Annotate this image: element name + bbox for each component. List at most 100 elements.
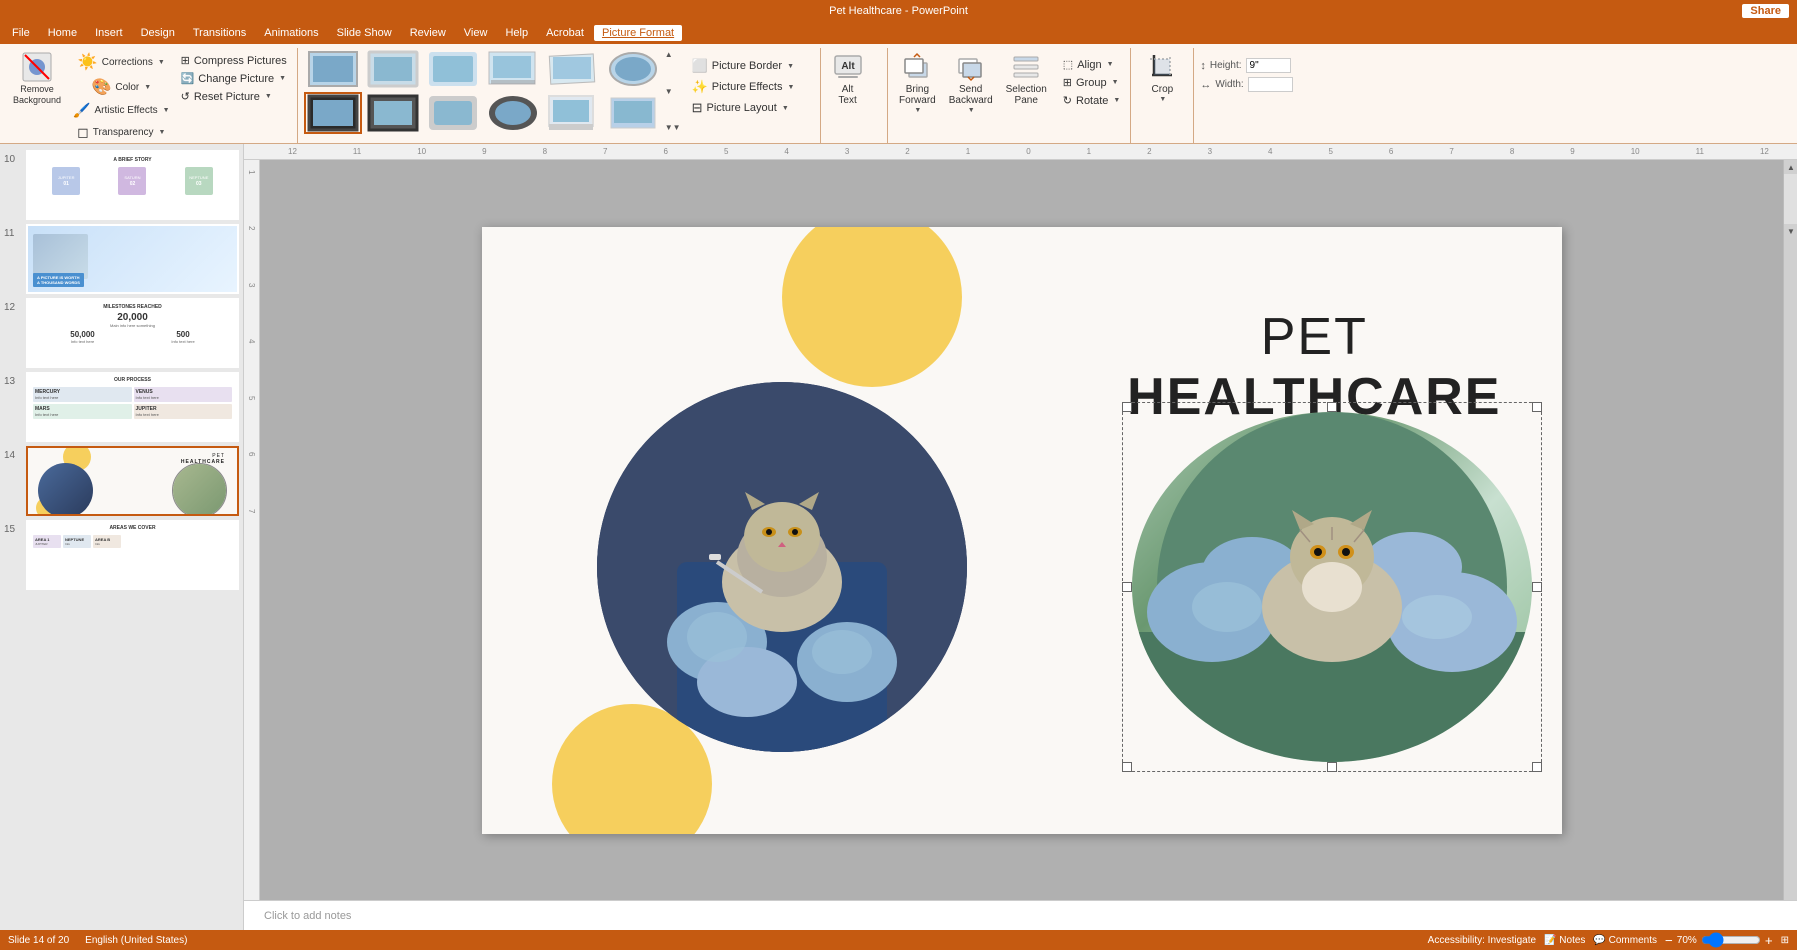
comments-button[interactable]: 💬 Comments (1593, 935, 1657, 946)
bring-forward-button[interactable]: BringForward ▼ (894, 48, 941, 117)
styles-scroll-up[interactable]: ▲ (665, 50, 681, 59)
alt-text-button[interactable]: Alt AltText (827, 48, 869, 109)
handle-top-right[interactable] (1532, 402, 1542, 412)
slide-canvas[interactable]: PET HEALTHCARE (260, 160, 1783, 900)
menu-design[interactable]: Design (133, 25, 183, 41)
picture-style-2[interactable] (364, 48, 422, 90)
handle-middle-left[interactable] (1122, 582, 1132, 592)
handle-bottom-right[interactable] (1532, 762, 1542, 772)
change-picture-button[interactable]: 🔄 Change Picture ▼ (177, 70, 291, 87)
accessibility-group: Alt AltText Accessibility (821, 48, 888, 158)
group-button[interactable]: ⊞ Group ▼ (1059, 74, 1125, 91)
compress-pictures-button[interactable]: ⊞ Compress Pictures (177, 52, 291, 69)
adjust-group: RemoveBackground ☀️ Corrections ▼ 🎨 Colo… (2, 48, 298, 158)
rotate-button[interactable]: ↻ Rotate ▼ (1059, 92, 1125, 109)
slide-img-12[interactable]: MILESTONES REACHED 20,000 Main info here… (26, 298, 239, 368)
slide-thumb-11[interactable]: 11 A PICTURE IS WORTH A THOUSAND WORDS (4, 224, 239, 294)
width-input[interactable] (1248, 77, 1293, 92)
picture-style-8[interactable] (364, 92, 422, 134)
picture-layout-button[interactable]: ⊟ Picture Layout ▼ (688, 98, 814, 118)
zoom-slider[interactable] (1701, 932, 1761, 948)
selected-image[interactable] (1132, 412, 1532, 762)
menu-picture-format[interactable]: Picture Format (594, 25, 682, 41)
slide-thumb-14[interactable]: 14 (4, 446, 239, 516)
notes-placeholder[interactable]: Click to add notes (264, 910, 351, 922)
menu-view[interactable]: View (456, 25, 496, 41)
menu-file[interactable]: File (4, 25, 38, 41)
zoom-in-button[interactable]: + (1765, 933, 1773, 948)
picture-style-5[interactable] (544, 48, 602, 90)
picture-layout-label: Picture Layout (706, 102, 776, 114)
align-arrow: ▼ (1107, 61, 1114, 68)
size-content: ↕ Height: ↔ Width: (1200, 48, 1292, 143)
slide-thumb-13[interactable]: 13 OUR PROCESS MERCURY Info text here VE… (4, 372, 239, 442)
selected-image-container[interactable] (1122, 402, 1542, 772)
notes-view-button[interactable]: 📝 Notes (1544, 935, 1585, 946)
menu-insert[interactable]: Insert (87, 25, 131, 41)
menu-slideshow[interactable]: Slide Show (329, 25, 400, 41)
scroll-up-button[interactable]: ▲ (1784, 160, 1797, 174)
picture-style-3[interactable] (424, 48, 482, 90)
ruler-tick: 0 (1026, 147, 1030, 156)
menu-review[interactable]: Review (402, 25, 454, 41)
send-backward-button[interactable]: SendBackward ▼ (944, 48, 998, 117)
group-label: Group (1076, 77, 1107, 89)
fit-slide-button[interactable]: ⊞ (1781, 935, 1789, 946)
slide-thumb-10[interactable]: 10 A BRIEF STORY JUPITER01 SATURN02 (4, 150, 239, 220)
remove-background-button[interactable]: RemoveBackground (8, 48, 66, 109)
notes-bar[interactable]: Click to add notes (244, 900, 1797, 930)
picture-style-9[interactable] (424, 92, 482, 134)
scroll-down-button[interactable]: ▼ (1784, 224, 1797, 238)
artistic-effects-button[interactable]: 🖌️ Artistic Effects ▼ (69, 100, 174, 121)
corrections-button[interactable]: ☀️ Corrections ▼ (69, 50, 174, 74)
cat-image-left[interactable] (597, 382, 967, 752)
slide-thumb-15[interactable]: 15 AREAS WE COVER AREA 1 JUPITER NEPTUNE (4, 520, 239, 590)
color-button[interactable]: 🎨 Color ▼ (69, 75, 174, 99)
height-input[interactable] (1246, 58, 1291, 73)
menu-home[interactable]: Home (40, 25, 85, 41)
share-button[interactable]: Share (1742, 4, 1789, 18)
picture-style-6[interactable] (604, 48, 662, 90)
selection-pane-button[interactable]: SelectionPane (1001, 48, 1052, 109)
ruler-tick: 6 (1389, 147, 1393, 156)
transparency-button[interactable]: ◻ Transparency ▼ (69, 122, 174, 143)
slide-thumb-12[interactable]: 12 MILESTONES REACHED 20,000 Main info h… (4, 298, 239, 368)
handle-top-left[interactable] (1122, 402, 1132, 412)
picture-style-10[interactable] (484, 92, 542, 134)
bring-forward-icon (901, 51, 933, 83)
handle-middle-right[interactable] (1532, 582, 1542, 592)
menu-help[interactable]: Help (497, 25, 536, 41)
menu-acrobat[interactable]: Acrobat (538, 25, 592, 41)
crop-button[interactable]: Crop ▼ (1137, 48, 1187, 106)
vertical-scrollbar[interactable]: ▲ ▼ (1783, 160, 1797, 900)
styles-scroll-more[interactable]: ▼▼ (665, 123, 681, 132)
artistic-effects-label: Artistic Effects (94, 105, 157, 116)
slide-img-13[interactable]: OUR PROCESS MERCURY Info text here VENUS… (26, 372, 239, 442)
reset-label: Reset Picture (194, 91, 260, 103)
slide-img-11[interactable]: A PICTURE IS WORTH A THOUSAND WORDS (26, 224, 239, 294)
reset-picture-button[interactable]: ↺ Reset Picture ▼ (177, 88, 291, 105)
picture-border-button[interactable]: ⬜ Picture Border ▼ (688, 56, 814, 76)
handle-top-middle[interactable] (1327, 402, 1337, 412)
picture-style-7[interactable] (304, 92, 362, 134)
picture-style-12[interactable] (604, 92, 662, 134)
width-label: Width: (1215, 79, 1243, 90)
align-button[interactable]: ⬚ Align ▼ (1059, 56, 1125, 73)
zoom-out-button[interactable]: − (1665, 933, 1673, 948)
picture-effects-button[interactable]: ✨ Picture Effects ▼ (688, 77, 814, 97)
picture-style-4[interactable] (484, 48, 542, 90)
picture-style-11[interactable] (544, 92, 602, 134)
handle-bottom-left[interactable] (1122, 762, 1132, 772)
menu-animations[interactable]: Animations (256, 25, 326, 41)
slide-img-15[interactable]: AREAS WE COVER AREA 1 JUPITER NEPTUNE In… (26, 520, 239, 590)
menu-transitions[interactable]: Transitions (185, 25, 254, 41)
language: English (United States) (85, 935, 187, 946)
ruler-horizontal: 12 11 10 9 8 7 6 5 4 3 2 1 0 1 2 3 4 (244, 144, 1797, 160)
slide-img-10[interactable]: A BRIEF STORY JUPITER01 SATURN02 NEPTUNE… (26, 150, 239, 220)
handle-bottom-middle[interactable] (1327, 762, 1337, 772)
height-label: Height: (1210, 60, 1242, 71)
ruler-v-tick: 1 (247, 170, 256, 174)
picture-style-1[interactable] (304, 48, 362, 90)
slide-img-14[interactable]: PET HEALTHCARE (26, 446, 239, 516)
styles-scroll-down[interactable]: ▼ (665, 87, 681, 96)
